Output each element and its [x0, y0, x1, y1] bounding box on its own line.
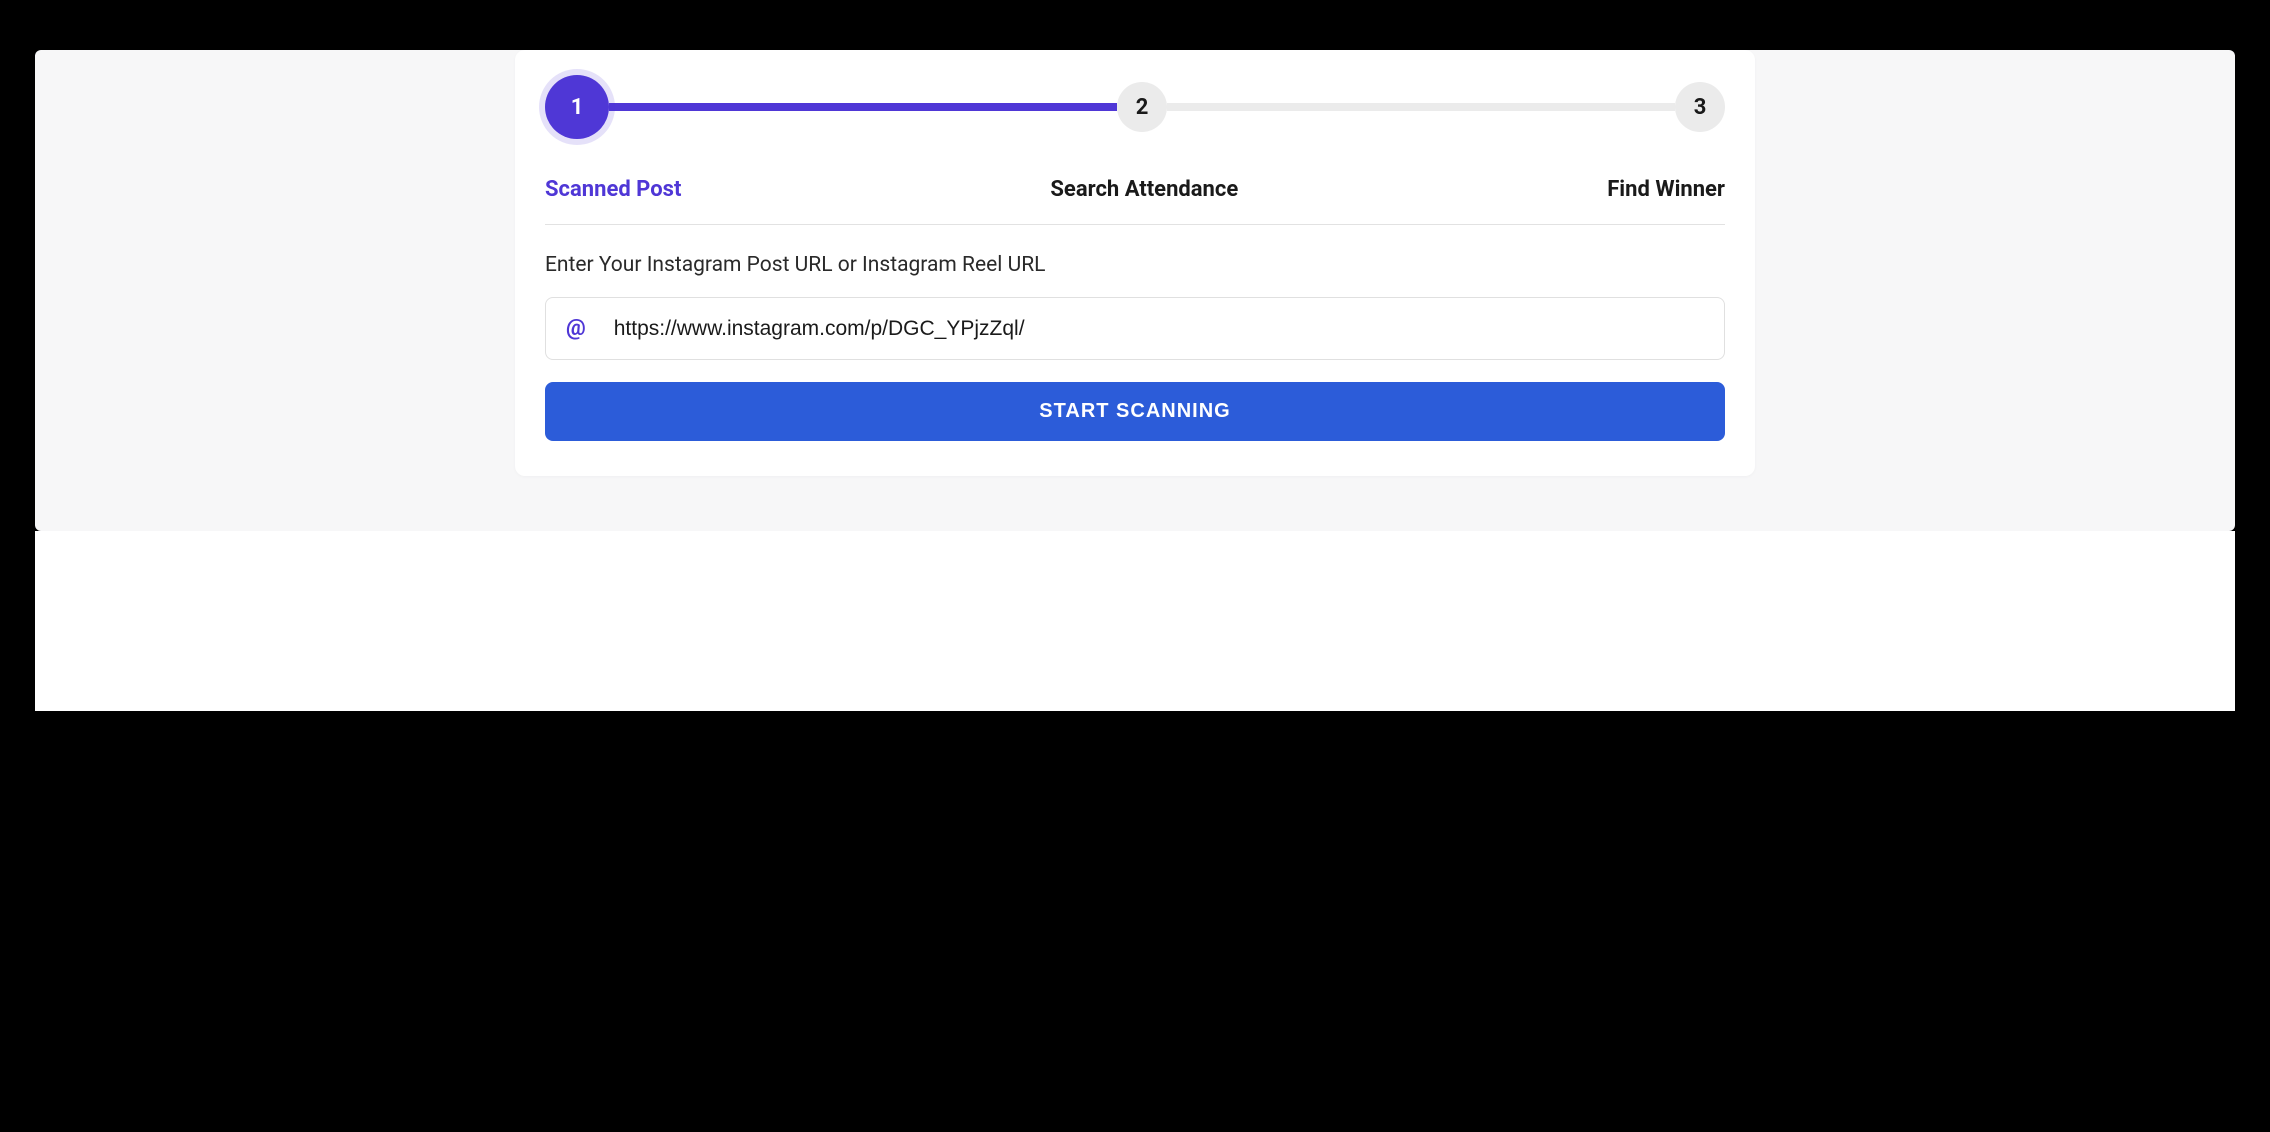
stepper: 1 2 3 — [545, 75, 1725, 159]
at-icon: @ — [566, 316, 586, 341]
step-3-circle[interactable]: 3 — [1675, 82, 1725, 132]
step-1-label: Scanned Post — [545, 177, 681, 202]
white-footer-area — [35, 531, 2235, 711]
step-1-circle[interactable]: 1 — [545, 75, 609, 139]
form-section: Enter Your Instagram Post URL or Instagr… — [545, 225, 1725, 441]
step-line-2-3 — [1167, 103, 1675, 111]
start-scanning-button[interactable]: START SCANNING — [545, 382, 1725, 441]
url-input-wrapper[interactable]: @ — [545, 297, 1725, 360]
step-1-number: 1 — [571, 95, 584, 120]
page-background: 1 2 3 Scanned Post Search Attendance Fin… — [35, 50, 2235, 531]
step-3-label: Find Winner — [1607, 177, 1725, 202]
url-input[interactable] — [614, 317, 1704, 341]
step-3-number: 3 — [1694, 95, 1707, 120]
step-line-1-2 — [609, 103, 1117, 111]
step-labels-row: Scanned Post Search Attendance Find Winn… — [545, 177, 1725, 225]
step-2-circle[interactable]: 2 — [1117, 82, 1167, 132]
wizard-card: 1 2 3 Scanned Post Search Attendance Fin… — [515, 50, 1755, 476]
url-input-label: Enter Your Instagram Post URL or Instagr… — [545, 253, 1725, 277]
step-2-number: 2 — [1136, 95, 1149, 120]
step-2-label: Search Attendance — [1050, 177, 1238, 202]
